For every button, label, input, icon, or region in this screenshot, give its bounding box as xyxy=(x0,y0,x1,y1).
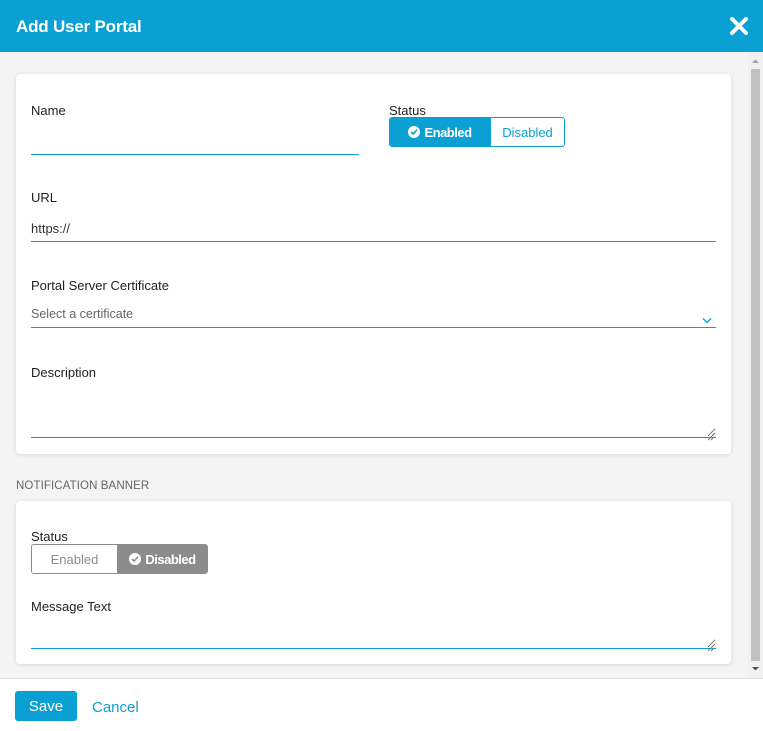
status-label: Status xyxy=(389,103,426,118)
message-text-textarea[interactable] xyxy=(31,623,716,649)
message-text-label: Message Text xyxy=(31,599,111,614)
certificate-select[interactable]: Select a certificate xyxy=(31,302,716,328)
message-text-wrapper xyxy=(31,623,716,652)
cancel-button[interactable]: Cancel xyxy=(92,699,139,716)
check-circle-icon xyxy=(408,126,421,138)
close-icon[interactable] xyxy=(727,14,751,38)
scroll-up-icon[interactable] xyxy=(748,54,763,69)
vertical-scrollbar[interactable] xyxy=(748,52,763,678)
scroll-down-icon[interactable] xyxy=(748,661,763,676)
status-disabled-option[interactable]: Disabled xyxy=(490,118,564,146)
banner-disabled-option[interactable]: Disabled xyxy=(117,545,207,573)
status-enabled-option[interactable]: Enabled xyxy=(390,118,490,146)
banner-enabled-option[interactable]: Enabled xyxy=(32,545,117,573)
banner-status-toggle: Enabled Disabled xyxy=(31,544,208,574)
url-label: URL xyxy=(31,190,58,205)
dialog-header: Add User Portal xyxy=(0,0,763,52)
name-input[interactable] xyxy=(31,129,359,155)
certificate-label: Portal Server Certificate xyxy=(31,278,169,293)
notification-banner-card: Status Enabled Disabled Message Text xyxy=(16,501,731,664)
add-user-portal-dialog: Add User Portal Name Status Enabled Disa… xyxy=(0,0,763,731)
banner-disabled-label: Disabled xyxy=(145,551,196,567)
certificate-placeholder: Select a certificate xyxy=(31,307,134,321)
save-button[interactable]: Save xyxy=(15,691,77,721)
status-toggle: Enabled Disabled xyxy=(389,117,565,147)
resize-grip-icon[interactable] xyxy=(707,428,715,441)
portal-settings-card: Name Status Enabled Disabled URL Portal … xyxy=(16,74,731,454)
banner-enabled-label: Enabled xyxy=(50,551,99,567)
description-textarea[interactable] xyxy=(31,392,716,438)
dialog-body: Name Status Enabled Disabled URL Portal … xyxy=(0,52,763,678)
description-label: Description xyxy=(31,365,97,380)
dialog-footer: Save Cancel xyxy=(0,678,763,731)
scrollbar-thumb[interactable] xyxy=(751,69,760,661)
status-disabled-label: Disabled xyxy=(502,124,553,140)
name-label: Name xyxy=(31,103,66,118)
notification-banner-title: NOTIFICATION BANNER xyxy=(16,480,150,492)
check-circle-icon xyxy=(129,553,142,565)
url-input[interactable] xyxy=(31,216,716,242)
banner-status-label: Status xyxy=(31,529,68,544)
resize-grip-icon[interactable] xyxy=(707,639,715,652)
chevron-down-icon xyxy=(702,311,712,324)
description-wrapper xyxy=(31,392,716,441)
status-enabled-label: Enabled xyxy=(424,124,472,140)
dialog-title: Add User Portal xyxy=(16,17,142,36)
